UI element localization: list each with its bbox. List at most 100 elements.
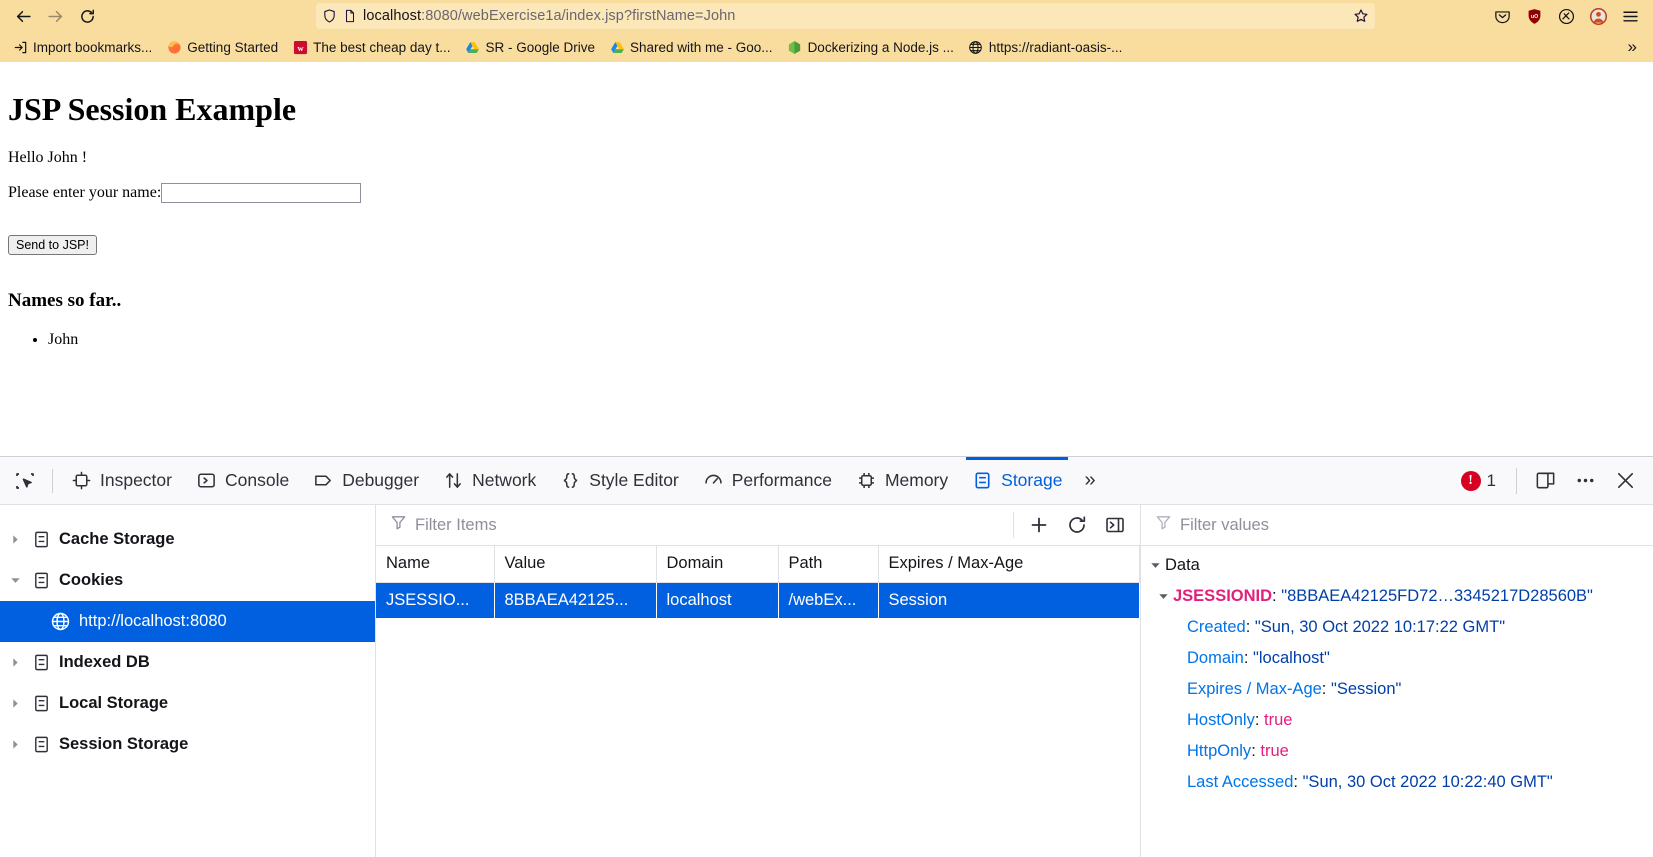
chevron-down-icon[interactable] [1153, 588, 1173, 606]
tab-label: Memory [884, 470, 949, 490]
toggle-sidebar-button[interactable] [1098, 508, 1132, 542]
tab-memory[interactable]: Memory [844, 457, 960, 504]
detail-property-row[interactable]: HostOnly : true [1141, 705, 1653, 736]
bookmark-item[interactable]: Dockerizing a Node.js ... [781, 36, 960, 58]
chevron-right-icon[interactable] [6, 531, 24, 549]
bookmark-item[interactable]: Shared with me - Goo... [603, 36, 779, 58]
sidebar-item-label: http://localhost:8080 [79, 612, 227, 630]
tab-style-editor[interactable]: Style Editor [548, 457, 690, 504]
chevron-right-icon[interactable] [6, 736, 24, 754]
sidebar-item-indexed-db[interactable]: Indexed DB [0, 642, 375, 683]
detail-cookie-row[interactable]: JSESSIONID : "8BBAEA42125FD72…3345217D28… [1141, 581, 1653, 612]
reload-button[interactable] [72, 2, 102, 30]
detail-property-key: Domain [1187, 649, 1244, 667]
back-button[interactable] [8, 2, 38, 30]
tab-debugger[interactable]: Debugger [301, 457, 431, 504]
gdrive-icon [609, 39, 625, 55]
table-row[interactable]: JSESSIO... 8BBAEA42125... localhost /web… [376, 582, 1140, 618]
responsive-design-mode-icon[interactable] [1527, 463, 1563, 499]
url-path: :8080/webExercise1a/index.jsp?firstName=… [421, 8, 736, 24]
tab-inspector[interactable]: Inspector [59, 457, 184, 504]
tab-label: Network [472, 470, 537, 490]
sidebar-item-label: Cache Storage [59, 530, 175, 548]
detail-property-row[interactable]: Expires / Max-Age : "Session" [1141, 674, 1653, 705]
network-icon [443, 470, 464, 491]
cell-value: 8BBAEA42125... [494, 582, 657, 618]
add-item-button[interactable] [1022, 508, 1056, 542]
pocket-icon[interactable] [1487, 2, 1517, 30]
chevron-down-icon[interactable] [6, 572, 24, 590]
browser-toolbar-icons: uO [1487, 2, 1645, 30]
error-count-badge[interactable]: ! 1 [1451, 470, 1506, 491]
tab-console[interactable]: Console [184, 457, 301, 504]
storage-icon [972, 470, 993, 491]
app-menu-icon[interactable] [1615, 2, 1645, 30]
bookmark-item[interactable]: SR - Google Drive [458, 36, 601, 58]
database-icon [32, 530, 51, 549]
detail-property-row[interactable]: Domain : "localhost" [1141, 643, 1653, 674]
bookmark-item[interactable]: https://radiant-oasis-... [962, 36, 1129, 58]
column-header-domain[interactable]: Domain [656, 546, 779, 583]
bookmarks-overflow-button[interactable]: » [1618, 37, 1647, 57]
shield-icon[interactable] [322, 8, 337, 24]
star-icon[interactable] [1353, 8, 1369, 24]
page-title: JSP Session Example [8, 91, 297, 127]
tab-network[interactable]: Network [431, 457, 548, 504]
detail-property-row[interactable]: Last Accessed : "Sun, 30 Oct 2022 10:22:… [1141, 767, 1653, 798]
column-header-name[interactable]: Name [376, 546, 495, 583]
detail-property-row[interactable]: Created : "Sun, 30 Oct 2022 10:17:22 GMT… [1141, 612, 1653, 643]
forward-button[interactable] [40, 2, 70, 30]
devtools-tabs-overflow-button[interactable]: » [1074, 469, 1105, 492]
items-filter-bar: Filter Items [376, 505, 1140, 546]
column-header-value[interactable]: Value [494, 546, 657, 583]
sidebar-item-session-storage[interactable]: Session Storage [0, 724, 375, 765]
cell-expires: Session [878, 582, 1140, 618]
sidebar-item-local-storage[interactable]: Local Storage [0, 683, 375, 724]
sidebar-item-cookies[interactable]: Cookies [0, 560, 375, 601]
bookmark-item[interactable]: Import bookmarks... [6, 36, 158, 58]
name-input[interactable] [161, 183, 362, 203]
bookmarks-toolbar: Import bookmarks... Getting Started w Th… [0, 32, 1653, 62]
detail-property-row[interactable]: HttpOnly : true [1141, 736, 1653, 767]
gdrive-icon [464, 39, 480, 55]
name-form: Please enter your name: [8, 183, 1645, 203]
tab-label: Console [224, 470, 290, 490]
detail-property-value: "Sun, 30 Oct 2022 10:22:40 GMT" [1302, 773, 1553, 791]
bookmark-item[interactable]: Getting Started [160, 36, 284, 58]
navigation-toolbar: localhost:8080/webExercise1a/index.jsp?f… [0, 0, 1653, 32]
tab-storage[interactable]: Storage [960, 457, 1074, 504]
tab-performance[interactable]: Performance [691, 457, 844, 504]
column-header-expires[interactable]: Expires / Max-Age [878, 546, 1140, 583]
sidebar-item-cache-storage[interactable]: Cache Storage [0, 519, 375, 560]
detail-colon: : [1245, 618, 1255, 636]
bookmark-item[interactable]: w The best cheap day t... [286, 36, 456, 58]
filter-items-input[interactable]: Filter Items [376, 514, 1009, 536]
refresh-items-button[interactable] [1060, 508, 1094, 542]
database-icon [32, 653, 51, 672]
devtools-options-icon[interactable] [1567, 463, 1603, 499]
column-header-path[interactable]: Path [778, 546, 879, 583]
chevron-down-icon[interactable] [1145, 557, 1165, 575]
close-icon[interactable] [1607, 463, 1643, 499]
debugger-icon [313, 470, 334, 491]
detail-property-key: Created [1187, 618, 1246, 636]
globe-icon [968, 39, 984, 55]
globe-icon [50, 611, 71, 632]
sidebar-item-localhost-8080[interactable]: http://localhost:8080 [0, 601, 375, 642]
filter-values-input[interactable]: Filter values [1141, 505, 1653, 546]
url-bar[interactable]: localhost:8080/webExercise1a/index.jsp?f… [316, 3, 1375, 29]
chevron-right-icon[interactable] [6, 654, 24, 672]
devtools-panel: Inspector Console Debugger Network Style… [0, 456, 1653, 857]
svg-text:uO: uO [1530, 13, 1537, 19]
send-to-jsp-button[interactable]: Send to JSP! [8, 235, 97, 255]
detail-property-key: Last Accessed [1187, 773, 1294, 791]
detail-root-row[interactable]: Data [1141, 550, 1653, 581]
account-avatar-icon[interactable] [1583, 2, 1613, 30]
detail-property-value: true [1264, 711, 1293, 729]
chevron-right-icon[interactable] [6, 695, 24, 713]
extension-icon[interactable] [1551, 2, 1581, 30]
cell-domain: localhost [656, 582, 779, 618]
element-picker-icon[interactable] [4, 460, 46, 502]
ublock-origin-icon[interactable]: uO [1519, 2, 1549, 30]
detail-property-value: "Session" [1330, 680, 1402, 698]
